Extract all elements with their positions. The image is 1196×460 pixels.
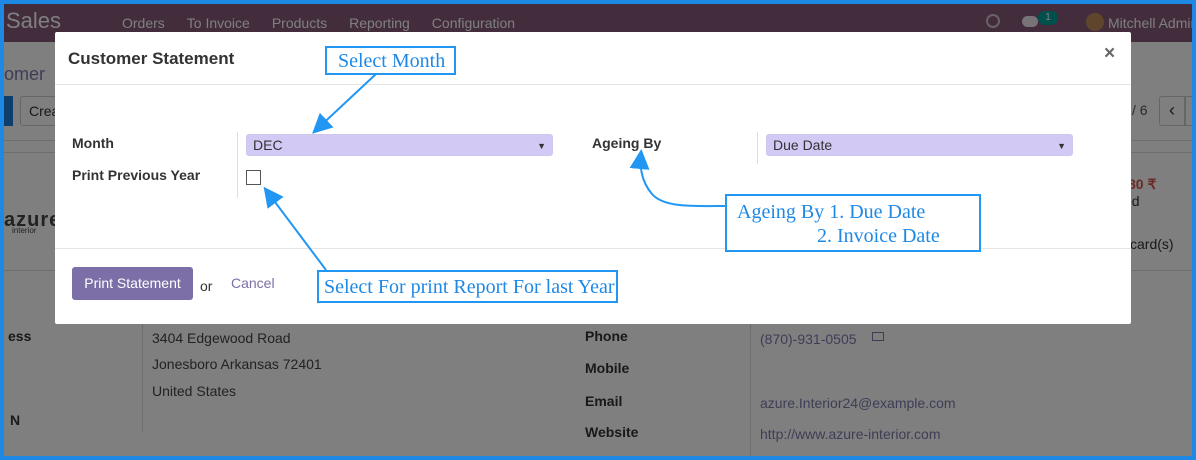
annotation-select-month: Select Month bbox=[325, 46, 456, 75]
annotation-arrows bbox=[263, 73, 727, 271]
arrow-to-ageing bbox=[629, 149, 727, 208]
screenshot-frame: Sales Orders To Invoice Products Reporti… bbox=[0, 0, 1196, 460]
arrow-to-checkbox bbox=[263, 186, 327, 271]
annotation-print-previous-year: Select For print Report For last Year bbox=[317, 270, 618, 303]
arrow-to-month bbox=[312, 73, 377, 134]
annotation-ageing-by: Ageing By 1. Due Date 2. Invoice Date bbox=[725, 194, 981, 252]
